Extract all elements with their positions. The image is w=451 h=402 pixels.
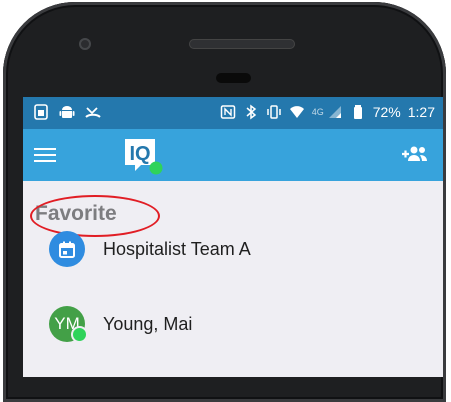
sim-icon — [34, 104, 48, 120]
wifi-icon — [289, 106, 304, 118]
nfc-icon — [220, 105, 235, 119]
favorite-item-label: Hospitalist Team A — [103, 238, 251, 259]
favorite-item-label: Young, Mai — [103, 313, 193, 334]
battery-icon — [353, 105, 362, 119]
bluetooth-icon — [246, 104, 256, 120]
android-icon — [59, 106, 75, 118]
clock: 1:27 — [407, 104, 435, 120]
app-logo: IQ — [123, 137, 163, 175]
front-camera — [79, 38, 91, 50]
network-type: 4G — [311, 107, 324, 117]
app-bar: IQ — [23, 129, 443, 181]
vibrate-icon — [266, 105, 281, 119]
signal-icon — [328, 106, 341, 118]
earpiece-speaker — [216, 73, 251, 83]
phone-frame: 4G 72% 1:27 IQ Favorite Hospitalist Team… — [3, 2, 446, 402]
status-bar-right: 4G 72% 1:27 — [220, 104, 435, 120]
favorites-heading: Favorite — [35, 202, 117, 225]
favorite-item-young-mai[interactable]: YM Young, Mai — [49, 306, 193, 343]
favorite-item-hospitalist-team-a[interactable]: Hospitalist Team A — [49, 231, 251, 267]
add-contact-icon[interactable] — [401, 142, 429, 166]
top-speaker-grille — [189, 39, 295, 49]
online-status-indicator — [71, 326, 88, 343]
calendar-icon — [59, 241, 75, 258]
phone-screen: 4G 72% 1:27 IQ Favorite Hospitalist Team… — [23, 97, 443, 377]
iq-logo-icon: IQ — [125, 139, 163, 175]
svg-text:IQ: IQ — [129, 143, 150, 165]
hamburger-menu-icon[interactable] — [34, 144, 56, 162]
missed-call-icon — [85, 107, 101, 118]
status-bar-left — [33, 104, 101, 120]
team-avatar — [49, 231, 85, 267]
status-bar: 4G 72% 1:27 — [23, 97, 443, 129]
avatar: YM — [49, 306, 88, 343]
battery-percent: 72% — [372, 104, 401, 120]
